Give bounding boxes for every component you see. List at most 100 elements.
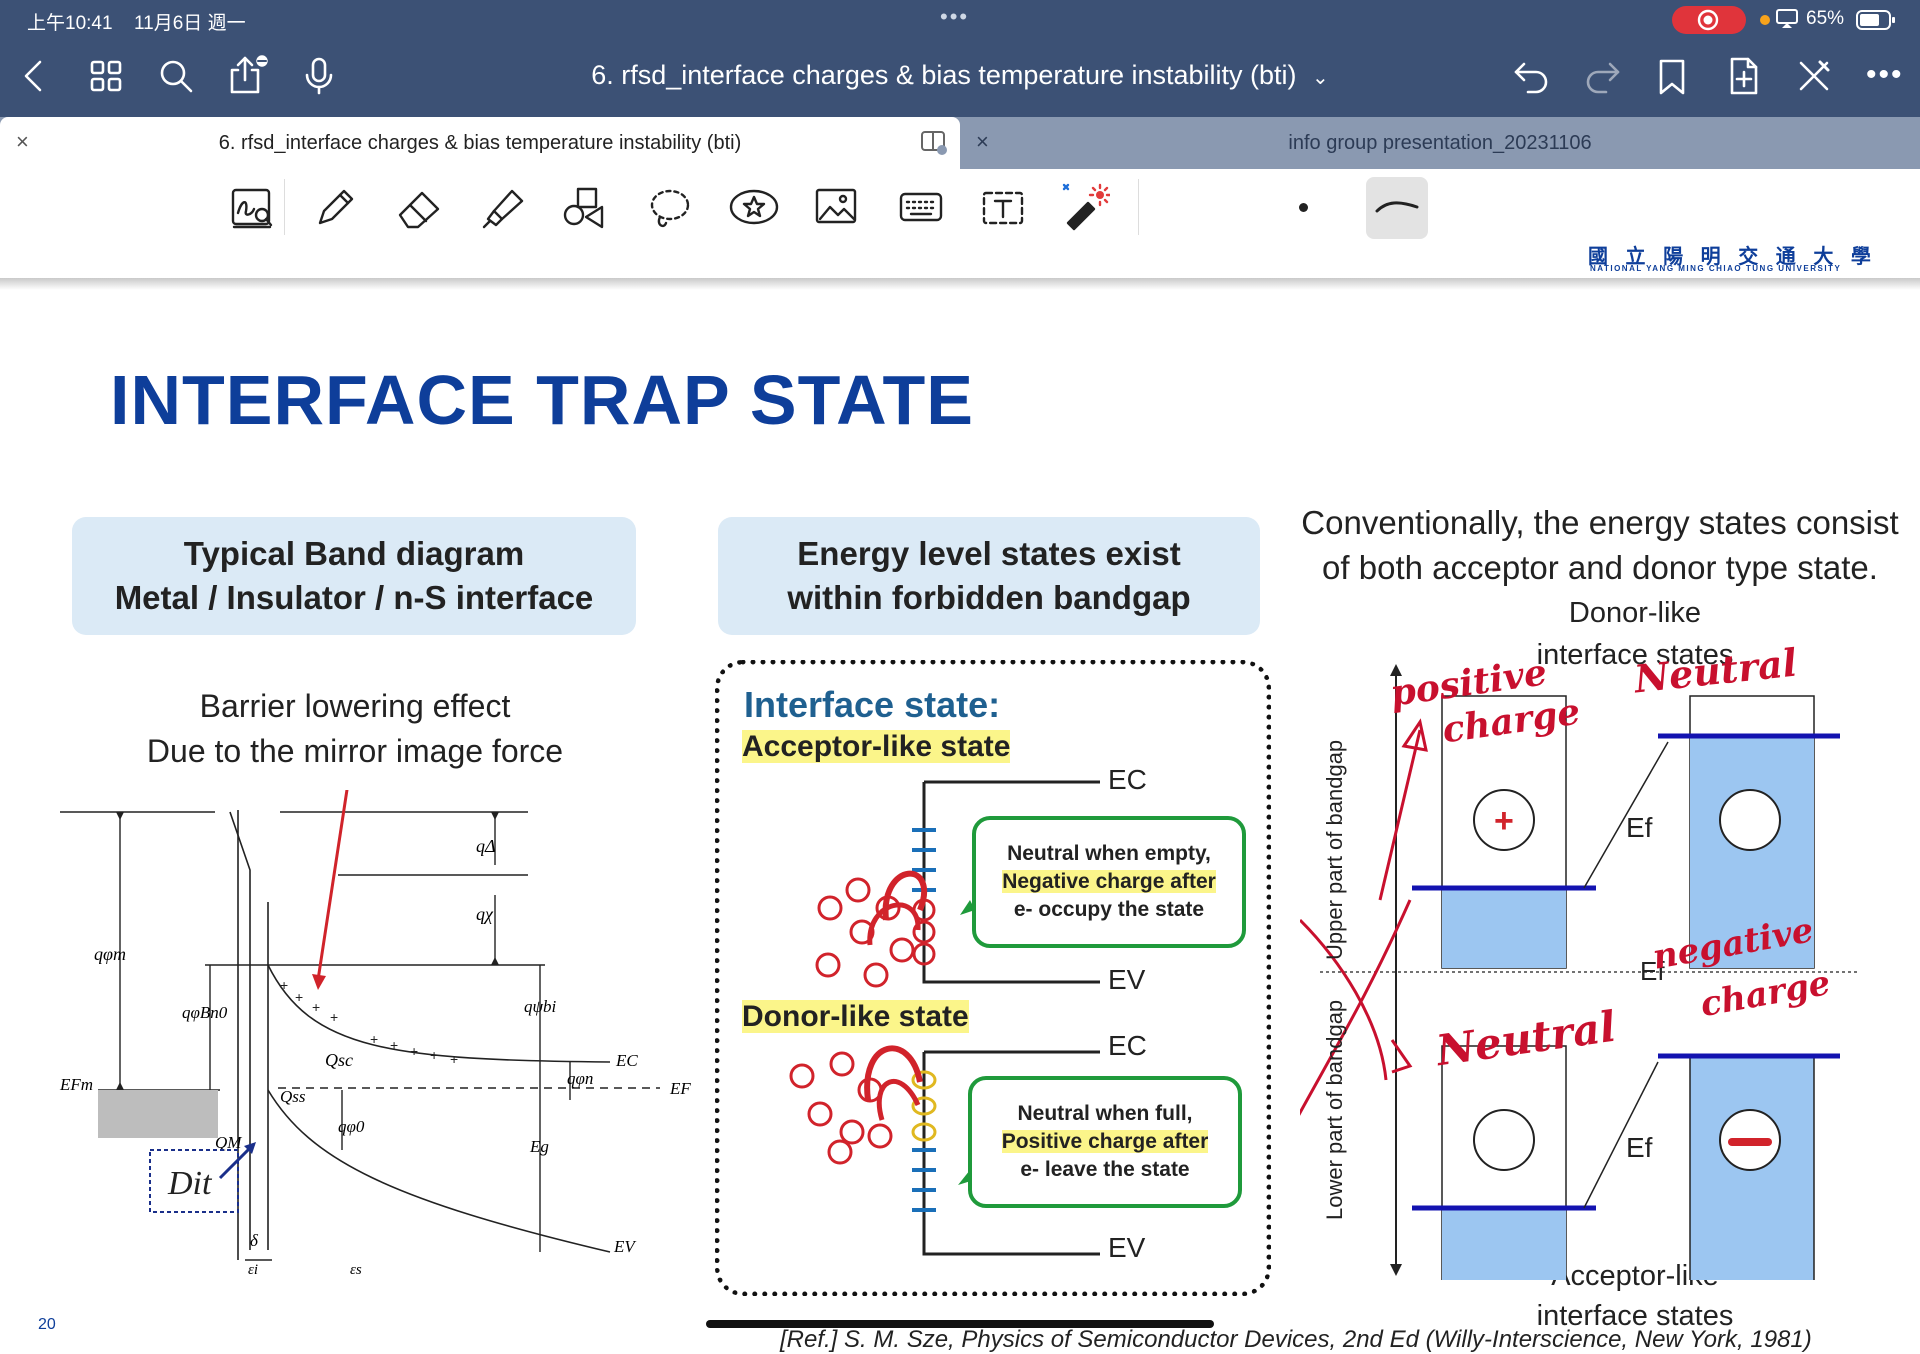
highlighter-icon[interactable]: [478, 185, 528, 236]
label-dit: Dit: [167, 1165, 213, 1202]
band-diagram-header-box: Typical Band diagram Metal / Insulator /…: [72, 517, 636, 635]
label-ef-band: EF: [669, 1079, 691, 1098]
university-logo-subtitle: NATIONAL YANG MING CHIAO TUNG UNIVERSITY: [1590, 264, 1842, 273]
callout-bottom-line3: e- leave the state: [1020, 1158, 1190, 1181]
svg-text:+: +: [330, 1009, 338, 1025]
label-eps-s: εs: [350, 1262, 362, 1278]
sticker-icon[interactable]: [728, 187, 780, 234]
label-qpsibi: qψbi: [524, 997, 557, 1016]
tab-label: info group presentation_20231106: [1288, 131, 1592, 154]
add-page-icon[interactable]: [1726, 56, 1762, 101]
page-number: 20: [38, 1316, 56, 1333]
plus-sign: +: [1494, 802, 1514, 840]
multitask-dots[interactable]: •••: [940, 4, 969, 30]
neutral-acceptor-circle: [1473, 1109, 1535, 1171]
tab-inactive-presentation[interactable]: × info group presentation_20231106: [960, 117, 1920, 169]
bookmark-icon[interactable]: [1656, 58, 1688, 101]
svg-text:+: +: [430, 1047, 438, 1063]
label-eg: Eg: [529, 1137, 549, 1156]
callout-top-line1: Neutral when empty,: [1007, 842, 1211, 865]
svg-text:+: +: [312, 999, 320, 1015]
barrier-pointer-arrow: [316, 790, 349, 981]
record-icon: [1697, 9, 1719, 31]
keyboard-icon[interactable]: [898, 189, 944, 230]
close-tab-icon[interactable]: ×: [16, 129, 29, 155]
label-qss: Qss: [280, 1087, 306, 1106]
label-qphim: qφm: [94, 944, 126, 964]
pen-close-icon[interactable]: [1796, 58, 1832, 99]
text-tool-icon[interactable]: [980, 187, 1026, 234]
barrier-pointer-arrowhead: [312, 974, 326, 990]
battery-icon: [1856, 10, 1895, 30]
close-tab-icon[interactable]: ×: [976, 129, 989, 155]
box1-line1: Typical Band diagram: [183, 535, 525, 572]
laser-pointer-icon[interactable]: [1060, 183, 1112, 238]
callout-top-line3: e- occupy the state: [1013, 898, 1205, 921]
ink-down-arrowhead: [1390, 1039, 1413, 1074]
recording-indicator[interactable]: [1672, 6, 1746, 34]
handwriting-zoom-icon[interactable]: [230, 187, 274, 234]
surface-charges: + + + + + + + + +: [280, 977, 458, 1067]
donor-callout: Neutral when full, Positive charge after…: [968, 1076, 1242, 1208]
svg-text:+: +: [295, 989, 303, 1005]
eraser-icon[interactable]: [394, 185, 444, 236]
lasso-icon[interactable]: [646, 185, 692, 236]
screen-mirroring-icon: [1776, 9, 1798, 28]
electrons-top: [815, 877, 915, 988]
label-qphibn0: qφBn0: [182, 1003, 228, 1022]
acceptor-box-left-fill: [1442, 1208, 1566, 1280]
image-icon[interactable]: [814, 187, 858, 232]
status-date: 11月6日 週一: [134, 13, 246, 34]
svg-text:+: +: [390, 1037, 398, 1053]
stroke-style-selector[interactable]: [1366, 177, 1428, 239]
ink-cross-stroke-2: [1300, 899, 1412, 1116]
label-efm: EFm: [59, 1075, 93, 1094]
split-view-icon[interactable]: [920, 130, 948, 156]
states-diagram: +: [1300, 664, 1860, 1280]
tab-active-document[interactable]: × 6. rfsd_interface charges & bias tempe…: [0, 117, 960, 169]
acceptor-callout: Neutral when empty, Negative charge afte…: [972, 816, 1246, 948]
reference-text: [Ref.] S. M. Sze, Physics of Semiconduct…: [780, 1326, 1812, 1353]
battery-percent: 65%: [1806, 8, 1845, 29]
pen-icon[interactable]: [312, 185, 358, 236]
label-qchi: qχ: [476, 904, 494, 924]
callout-top-line2: Negative charge after: [1002, 870, 1216, 893]
toolbar-shadow: [0, 278, 1920, 290]
svg-text:+: +: [450, 1051, 458, 1067]
convention-line2: of both acceptor and donor type state.: [1322, 549, 1878, 586]
label-qsc: Qsc: [325, 1050, 353, 1070]
document-title[interactable]: 6. rfsd_interface charges & bias tempera…: [0, 60, 1920, 91]
ev-top-label: EV: [1108, 964, 1146, 995]
callout-bottom-line2: Positive charge after: [1001, 1130, 1209, 1153]
axis-bottom-arrow: [1390, 1264, 1402, 1276]
label-ec-band: EC: [615, 1051, 638, 1070]
ef-label-upper: Ef: [1626, 812, 1653, 843]
box2-line2: within forbidden bandgap: [787, 579, 1191, 616]
donor-box-left-fill: [1442, 888, 1566, 968]
redo-icon[interactable]: [1582, 58, 1622, 99]
title-chevron-icon[interactable]: ⌄: [1312, 67, 1329, 89]
more-options-icon[interactable]: •••: [1866, 58, 1904, 92]
ec-bottom-label: EC: [1108, 1030, 1147, 1061]
undo-icon[interactable]: [1512, 58, 1552, 99]
barrier-line2: Due to the mirror image force: [146, 733, 564, 769]
ev-bottom-label: EV: [1108, 1232, 1146, 1263]
label-eps-i: εi: [248, 1262, 258, 1278]
app-header: 上午10:41 11月6日 週一 ••• 65% 6. rfsd_interfa…: [0, 0, 1920, 117]
barrier-lowering-text: Barrier lowering effect Due to the mirro…: [60, 684, 650, 774]
toolbar-divider: [284, 179, 285, 235]
donor-title-line1: Donor-like: [1568, 597, 1702, 629]
annotation-toolbar: [0, 169, 1920, 247]
ev-curve: [267, 1089, 611, 1253]
label-qphin: qφn: [567, 1069, 593, 1088]
tab-label: 6. rfsd_interface charges & bias tempera…: [218, 131, 742, 154]
acceptor-state-label: Acceptor-like state: [742, 730, 1011, 763]
mic-in-use-dot: [1760, 15, 1770, 25]
shapes-icon[interactable]: [562, 185, 608, 236]
callout-bottom-line1: Neutral when full,: [1017, 1102, 1193, 1125]
label-ev-band: EV: [613, 1237, 637, 1256]
slide-title: INTERFACE TRAP STATE: [110, 361, 974, 439]
pen-size-dot-icon[interactable]: [1299, 203, 1308, 212]
neutral-donor-circle: [1719, 789, 1781, 851]
status-time: 上午10:41: [27, 13, 113, 34]
